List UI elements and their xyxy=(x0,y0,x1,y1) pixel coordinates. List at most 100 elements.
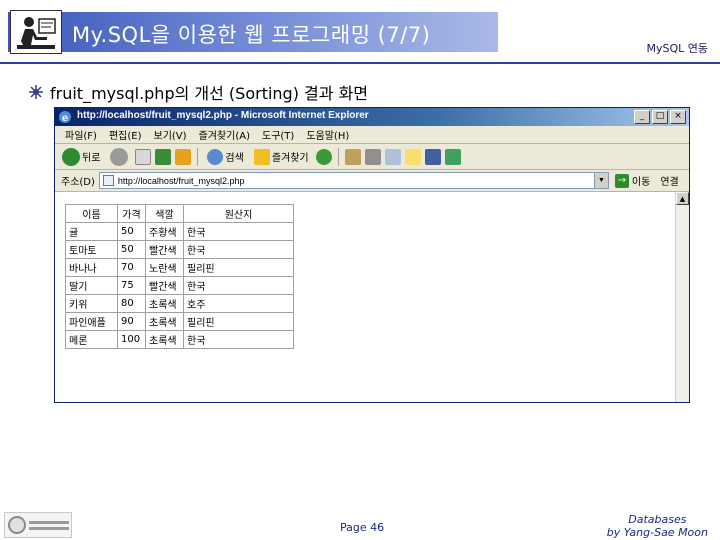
menu-file[interactable]: 파일(F) xyxy=(59,127,103,142)
table-header-row: 이름 가격 색깔 원산지 xyxy=(65,204,294,223)
search-icon xyxy=(207,148,224,165)
browser-window-title: http://localhost/fruit_mysql2.php - Micr… xyxy=(77,110,369,121)
fruit-table: 이름 가격 색깔 원산지 귤 50 주황색 한국 토마토 50 빨간색 한국 바… xyxy=(65,204,294,349)
cell-price: 75 xyxy=(117,276,146,295)
table-row: 딸기 75 빨간색 한국 xyxy=(65,276,294,295)
cell-name: 귤 xyxy=(65,222,118,241)
slide-topic: MySQL 연동 xyxy=(646,42,708,55)
back-label: 뒤로 xyxy=(82,153,101,164)
menu-edit[interactable]: 편집(E) xyxy=(103,127,148,142)
header-price: 가격 xyxy=(117,204,146,223)
table-row: 바나나 70 노란색 필리핀 xyxy=(65,258,294,277)
bullet-star-icon xyxy=(29,85,43,99)
university-logo xyxy=(4,512,72,538)
cell-origin: 한국 xyxy=(183,276,294,295)
messenger-icon[interactable] xyxy=(424,148,441,165)
title-divider xyxy=(0,62,720,64)
browser-window: e http://localhost/fruit_mysql2.php - Mi… xyxy=(54,107,690,403)
cell-color: 빨간색 xyxy=(145,276,184,295)
cell-name: 토마토 xyxy=(65,240,118,259)
address-dropdown-icon[interactable]: ▼ xyxy=(593,173,608,188)
ie-logo-icon: e xyxy=(59,111,71,124)
slide-header: My.SQL을 이용한 웹 프로그래밍 (7/7) MySQL 연동 xyxy=(0,0,720,66)
table-row: 토마토 50 빨간색 한국 xyxy=(65,240,294,259)
menu-help[interactable]: 도움말(H) xyxy=(300,127,355,142)
back-arrow-icon xyxy=(62,147,80,166)
cell-price: 50 xyxy=(117,240,146,259)
cell-color: 빨간색 xyxy=(145,240,184,259)
table-row: 키위 80 초록색 호주 xyxy=(65,294,294,313)
table-row: 메론 100 초록색 한국 xyxy=(65,330,294,349)
cell-name: 파인애플 xyxy=(65,312,118,331)
cell-name: 메론 xyxy=(65,330,118,349)
close-button[interactable]: × xyxy=(670,110,686,124)
menu-favorites[interactable]: 즐겨찾기(A) xyxy=(193,127,256,142)
cell-origin: 호주 xyxy=(183,294,294,313)
table-row: 귤 50 주황색 한국 xyxy=(65,222,294,241)
page-number: Page 46 xyxy=(340,521,385,534)
back-button[interactable]: 뒤로 xyxy=(59,146,103,168)
cell-color: 초록색 xyxy=(145,330,184,349)
scroll-up-icon[interactable]: ▲ xyxy=(676,192,689,205)
refresh-icon[interactable] xyxy=(155,148,172,165)
cell-name: 키위 xyxy=(65,294,118,313)
browser-menubar: 파일(F) 편집(E) 보기(V) 즐겨찾기(A) 도구(T) 도움말(H) xyxy=(55,126,689,144)
forward-arrow-icon xyxy=(110,147,129,166)
cell-origin: 필리핀 xyxy=(183,258,294,277)
print-icon[interactable] xyxy=(364,148,381,165)
cell-color: 주황색 xyxy=(145,222,184,241)
favorites-button[interactable]: 즐겨찾기 xyxy=(251,146,312,168)
cell-price: 70 xyxy=(117,258,146,277)
logo-wordmark xyxy=(29,520,69,530)
cell-price: 50 xyxy=(117,222,146,241)
menu-tools[interactable]: 도구(T) xyxy=(256,127,300,142)
header-name: 이름 xyxy=(65,204,118,223)
cell-price: 90 xyxy=(117,312,146,331)
address-input[interactable]: http://localhost/fruit_mysql2.php ▼ xyxy=(98,172,609,189)
university-seal-icon xyxy=(8,516,26,534)
go-label: 이동 xyxy=(631,177,651,188)
footer-credit: Databases by Yang-Sae Moon xyxy=(607,513,708,539)
favorites-star-icon xyxy=(253,148,270,165)
vertical-scrollbar[interactable]: ▲ xyxy=(675,192,689,402)
cell-origin: 한국 xyxy=(183,222,294,241)
address-value: http://localhost/fruit_mysql2.php xyxy=(117,175,245,186)
cell-name: 바나나 xyxy=(65,258,118,277)
links-button[interactable]: 연결 xyxy=(660,173,678,188)
address-bar: 주소(D) http://localhost/fruit_mysql2.php … xyxy=(55,170,689,192)
presenter-icon xyxy=(10,10,62,54)
minimize-button[interactable]: _ xyxy=(634,110,650,124)
cell-price: 100 xyxy=(117,330,146,349)
cell-origin: 한국 xyxy=(183,330,294,349)
page-content: 이름 가격 색깔 원산지 귤 50 주황색 한국 토마토 50 빨간색 한국 바… xyxy=(55,192,677,402)
search-button[interactable]: 검색 xyxy=(204,146,246,168)
forward-button[interactable] xyxy=(107,146,131,168)
edit-icon[interactable] xyxy=(384,148,401,165)
stop-icon[interactable] xyxy=(135,148,152,165)
cell-origin: 필리핀 xyxy=(183,312,294,331)
home-icon[interactable] xyxy=(175,148,192,165)
media-icon[interactable] xyxy=(315,148,332,165)
go-arrow-icon: → xyxy=(614,173,629,188)
page-icon xyxy=(102,175,114,186)
discuss-icon[interactable] xyxy=(404,148,421,165)
cell-name: 딸기 xyxy=(65,276,118,295)
browser-titlebar[interactable]: e http://localhost/fruit_mysql2.php - Mi… xyxy=(55,108,689,126)
header-color: 색깔 xyxy=(145,204,184,223)
cell-color: 노란색 xyxy=(145,258,184,277)
bullet-line: fruit_mysql.php의 개선 (Sorting) 결과 화면 xyxy=(28,80,368,104)
credit-course: Databases xyxy=(628,513,687,526)
menu-view[interactable]: 보기(V) xyxy=(148,127,193,142)
favorites-label: 즐겨찾기 xyxy=(271,153,309,164)
research-icon[interactable] xyxy=(444,148,461,165)
address-label: 주소(D) xyxy=(61,177,95,188)
go-button[interactable]: → 이동 xyxy=(614,173,651,188)
mail-icon[interactable] xyxy=(344,148,361,165)
cell-origin: 한국 xyxy=(183,240,294,259)
search-label: 검색 xyxy=(225,153,244,164)
header-origin: 원산지 xyxy=(183,204,294,223)
toolbar-separator xyxy=(337,147,339,166)
toolbar-separator xyxy=(197,147,199,166)
slide-title: My.SQL을 이용한 웹 프로그래밍 (7/7) xyxy=(72,23,431,47)
maximize-button[interactable]: □ xyxy=(652,110,668,124)
